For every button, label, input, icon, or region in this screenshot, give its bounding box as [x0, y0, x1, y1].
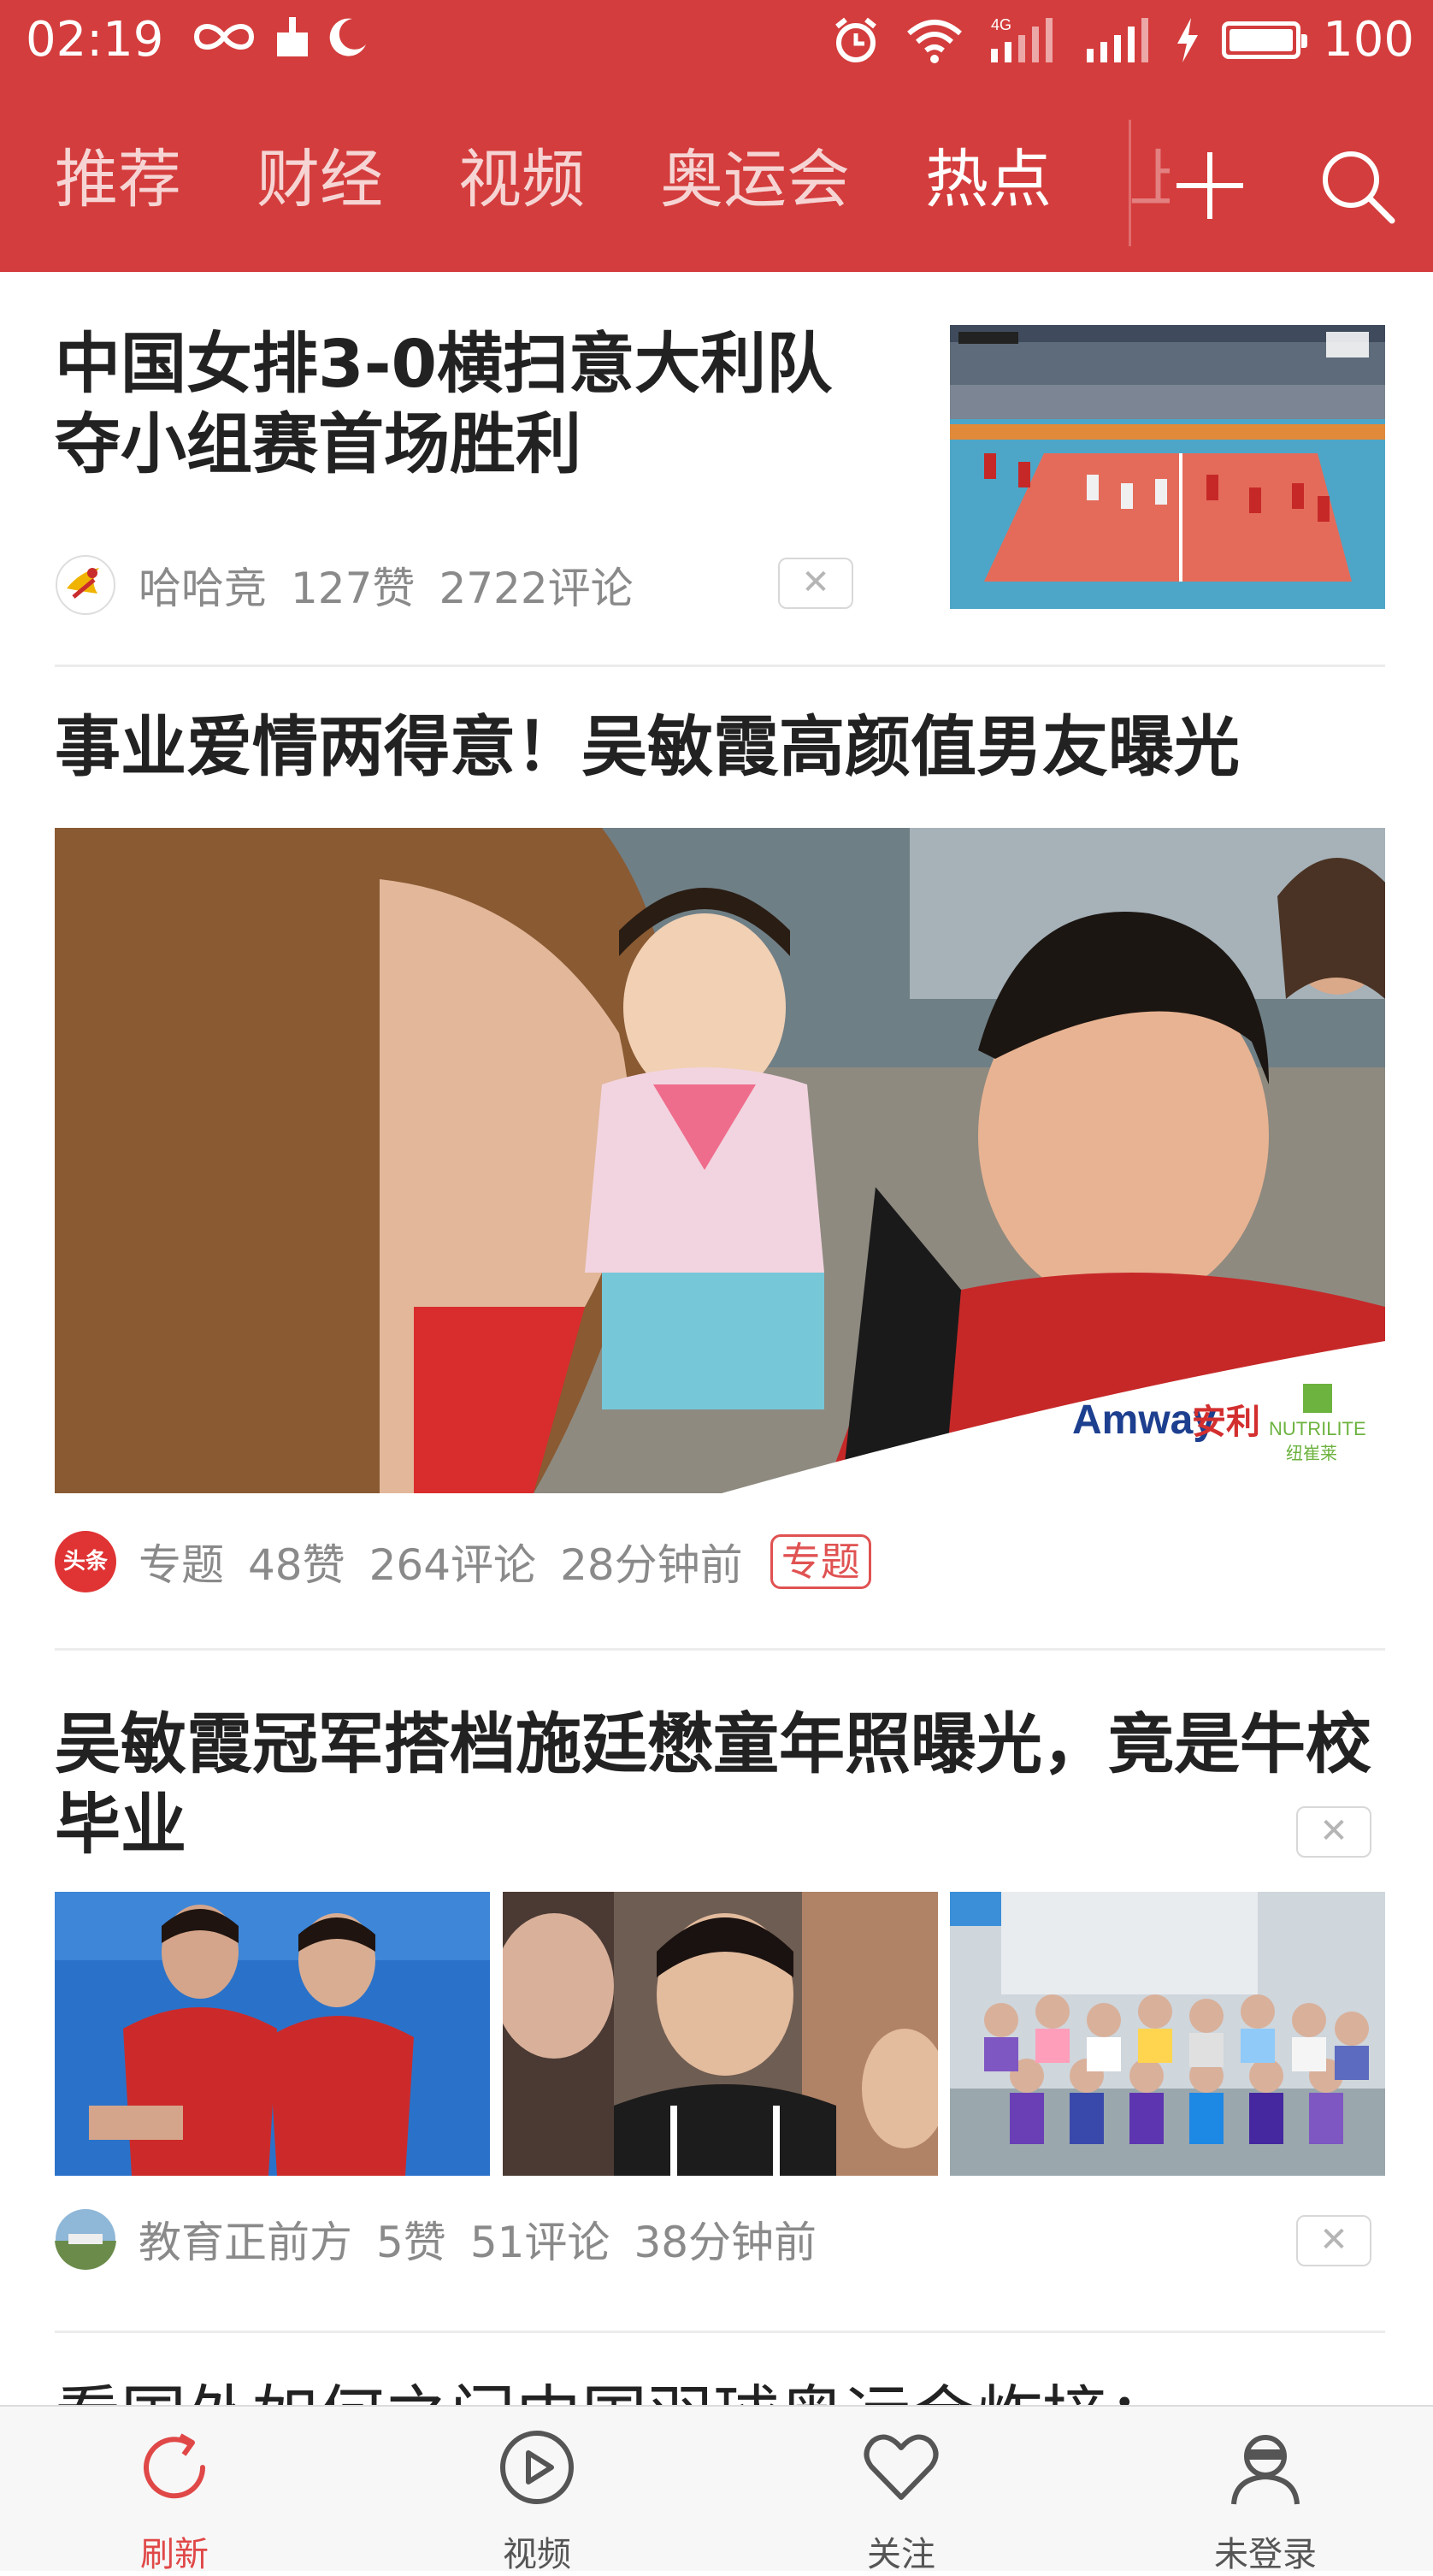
charging-icon — [1177, 17, 1199, 62]
battery-icon — [1222, 21, 1308, 59]
group-class-photo[interactable] — [950, 1892, 1385, 2176]
bottom-tab-login[interactable]: 未登录 — [1163, 2407, 1368, 2574]
article-source[interactable]: 专题 — [139, 1531, 224, 1592]
article-source[interactable]: 哈哈竞 — [139, 554, 267, 616]
source-avatar[interactable] — [55, 2208, 116, 2270]
article-likes: 48赞 — [248, 1540, 345, 1590]
user-icon — [1231, 2435, 1300, 2505]
feed-divider — [55, 2331, 1385, 2333]
article-meta: 教育正前方 5赞 51评论 38分钟前 — [55, 2208, 840, 2270]
channel-nav: 推荐 财经 视频 奥运会 热点 上 — [0, 86, 1433, 272]
article-comments: 264评论 — [369, 1540, 537, 1590]
status-right-icons: 4G 100 — [830, 12, 1414, 68]
dismiss-button[interactable]: ✕ — [1296, 2215, 1371, 2266]
bottom-tab-label: 刷新 — [140, 2535, 209, 2574]
heart-icon — [864, 2434, 939, 2500]
battery-level: 100 — [1323, 12, 1414, 68]
article-title[interactable]: 事业爱情两得意！吴敏霞高颜值男友曝光 — [55, 708, 1389, 789]
nutrilite-cn-logo: 纽崔莱 — [1286, 1443, 1337, 1463]
tab-hot[interactable]: 热点 — [925, 137, 1052, 222]
nav-divider — [1129, 120, 1131, 246]
bottom-tab-label: 未登录 — [1214, 2535, 1317, 2574]
dismiss-button[interactable]: ✕ — [778, 558, 853, 609]
article-comments: 2722评论 — [439, 564, 634, 613]
article-source[interactable]: 教育正前方 — [139, 2208, 352, 2270]
article-comments: 51评论 — [469, 2218, 610, 2267]
bottom-tab-label: 关注 — [867, 2535, 935, 2574]
toutiao-badge-icon[interactable]: 头条 — [55, 1531, 116, 1592]
search-icon[interactable] — [1317, 145, 1399, 227]
boy-childhood-photo[interactable] — [503, 1892, 938, 2176]
svg-text:4G: 4G — [991, 16, 1011, 33]
nutrilite-logo: NUTRILITE — [1269, 1418, 1366, 1439]
infinity-icon — [193, 24, 255, 50]
status-time: 02:19 — [26, 12, 164, 68]
refresh-icon — [144, 2433, 206, 2499]
tab-finance[interactable]: 财经 — [257, 137, 383, 222]
tab-peek[interactable]: 上 — [1129, 137, 1170, 222]
article-title[interactable]: 中国女排3-0横扫意大利队夺小组赛首场胜利 — [55, 325, 876, 486]
alarm-icon — [835, 17, 876, 62]
article-meta: 头条 专题 48赞 264评论 28分钟前 专题 — [55, 1531, 895, 1592]
tab-video[interactable]: 视频 — [458, 137, 585, 222]
feed-divider — [55, 1648, 1385, 1651]
couple-photo[interactable]: Amway 安利 NUTRILITE 纽崔莱 — [55, 828, 1385, 1493]
amway-cn-logo: 安利 — [1192, 1403, 1260, 1442]
divers-photo[interactable] — [55, 1892, 490, 2176]
status-left-icons — [190, 15, 369, 58]
topic-tag: 专题 — [770, 1534, 871, 1589]
bottom-tab-refresh[interactable]: 刷新 — [72, 2407, 277, 2574]
article-title[interactable]: 吴敏霞冠军搭档施廷懋童年照曝光，竟是牛校毕业 — [55, 1705, 1389, 1866]
signal-icon — [1087, 17, 1149, 62]
bottom-nav: 刷新 视频 关注 未登录 — [0, 2405, 1433, 2574]
volleyball-thumbnail[interactable] — [950, 325, 1385, 609]
source-avatar[interactable] — [55, 554, 116, 616]
bottom-tab-label: 视频 — [503, 2535, 571, 2574]
article-likes: 127赞 — [291, 564, 416, 613]
signal-4g-icon: 4G — [991, 16, 1053, 62]
article-meta: 哈哈竞 127赞 2722评论 — [55, 554, 658, 616]
article-likes: 5赞 — [376, 2218, 446, 2267]
tab-recommend[interactable]: 推荐 — [55, 137, 181, 222]
plus-icon[interactable] — [1171, 147, 1248, 224]
moon-icon — [329, 18, 366, 56]
play-icon — [500, 2431, 574, 2504]
wifi-icon — [907, 19, 963, 63]
article-time: 38分钟前 — [634, 2218, 817, 2267]
article-time: 28分钟前 — [560, 1540, 743, 1590]
bottom-tab-follow[interactable]: 关注 — [799, 2407, 1004, 2574]
bottom-tab-video[interactable]: 视频 — [434, 2407, 640, 2574]
feed-divider — [55, 665, 1385, 667]
status-bar: 02:19 4G 100 — [0, 0, 1433, 86]
channel-tabs: 推荐 财经 视频 奥运会 热点 — [55, 137, 1127, 222]
tab-olympics[interactable]: 奥运会 — [660, 137, 850, 222]
broom-icon — [277, 17, 308, 56]
